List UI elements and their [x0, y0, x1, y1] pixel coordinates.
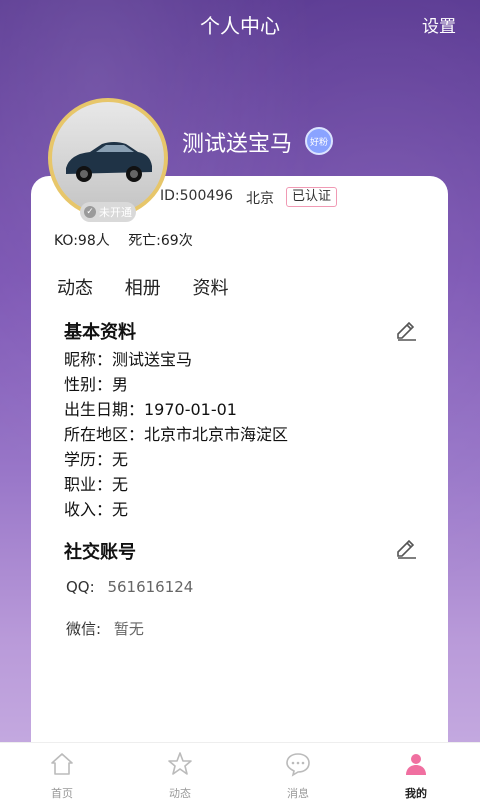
- avatar-image: [48, 98, 168, 218]
- death-count: 死亡:69次: [128, 233, 193, 249]
- info-income: 收入：无: [64, 500, 129, 519]
- nav-dynamics[interactable]: 动态: [140, 751, 220, 800]
- unbound-badge-label: 未开通: [99, 206, 132, 219]
- tab-dynamics[interactable]: 动态: [57, 274, 93, 300]
- chat-bubble-icon: [286, 753, 310, 777]
- wechat-label: 微信:: [66, 620, 102, 638]
- info-nickname: 昵称：测试送宝马: [64, 350, 193, 369]
- link-icon: ✓: [84, 206, 96, 218]
- profile-tabs: 动态 相册 资料: [57, 274, 254, 300]
- settings-button[interactable]: 设置: [422, 12, 456, 37]
- edit-social-icon[interactable]: [394, 536, 418, 560]
- nav-home[interactable]: 首页: [22, 751, 102, 800]
- user-city: 北京: [246, 191, 274, 207]
- unbound-badge: ✓ 未开通: [80, 202, 136, 222]
- qq-row: QQ: 561616124: [66, 578, 193, 596]
- avatar[interactable]: [48, 98, 168, 218]
- page-title: 个人中心: [200, 14, 280, 38]
- bottom-nav: 首页 动态 消息 我的: [0, 742, 480, 800]
- home-icon: [51, 753, 73, 775]
- user-id: ID:500496: [160, 188, 234, 204]
- verified-badge: 已认证: [286, 187, 338, 207]
- qq-label: QQ:: [66, 578, 95, 596]
- edit-basic-info-icon[interactable]: [394, 318, 418, 342]
- user-stats: KO:98人 死亡:69次: [54, 230, 207, 250]
- star-icon: [168, 752, 192, 775]
- top-header: 个人中心 设置: [0, 0, 480, 46]
- nav-messages-label: 消息: [287, 787, 309, 800]
- level-badge: 好粉: [305, 127, 333, 155]
- nav-mine[interactable]: 我的: [376, 751, 456, 800]
- info-region: 所在地区：北京市北京市海淀区: [64, 425, 289, 444]
- info-gender: 性别：男: [64, 375, 129, 394]
- person-icon: [406, 754, 426, 775]
- info-occupation: 职业：无: [64, 475, 129, 494]
- tab-profile[interactable]: 资料: [192, 274, 228, 300]
- qq-value: 561616124: [107, 578, 194, 596]
- profile-nickname: 测试送宝马: [182, 132, 293, 157]
- ko-count: KO:98人: [54, 233, 110, 249]
- nav-messages[interactable]: 消息: [258, 751, 338, 800]
- basic-info-title: 基本资料: [64, 322, 136, 343]
- tab-album[interactable]: 相册: [125, 274, 161, 300]
- nav-dynamics-label: 动态: [169, 787, 191, 800]
- info-birthdate: 出生日期：1970-01-01: [64, 400, 237, 419]
- nav-mine-label: 我的: [405, 787, 427, 800]
- social-title: 社交账号: [64, 542, 136, 563]
- wechat-value: 暂无: [113, 620, 144, 638]
- car-icon: [66, 142, 152, 182]
- wechat-row: 微信: 暂无: [66, 618, 144, 639]
- nav-home-label: 首页: [51, 787, 73, 800]
- info-education: 学历：无: [64, 450, 129, 469]
